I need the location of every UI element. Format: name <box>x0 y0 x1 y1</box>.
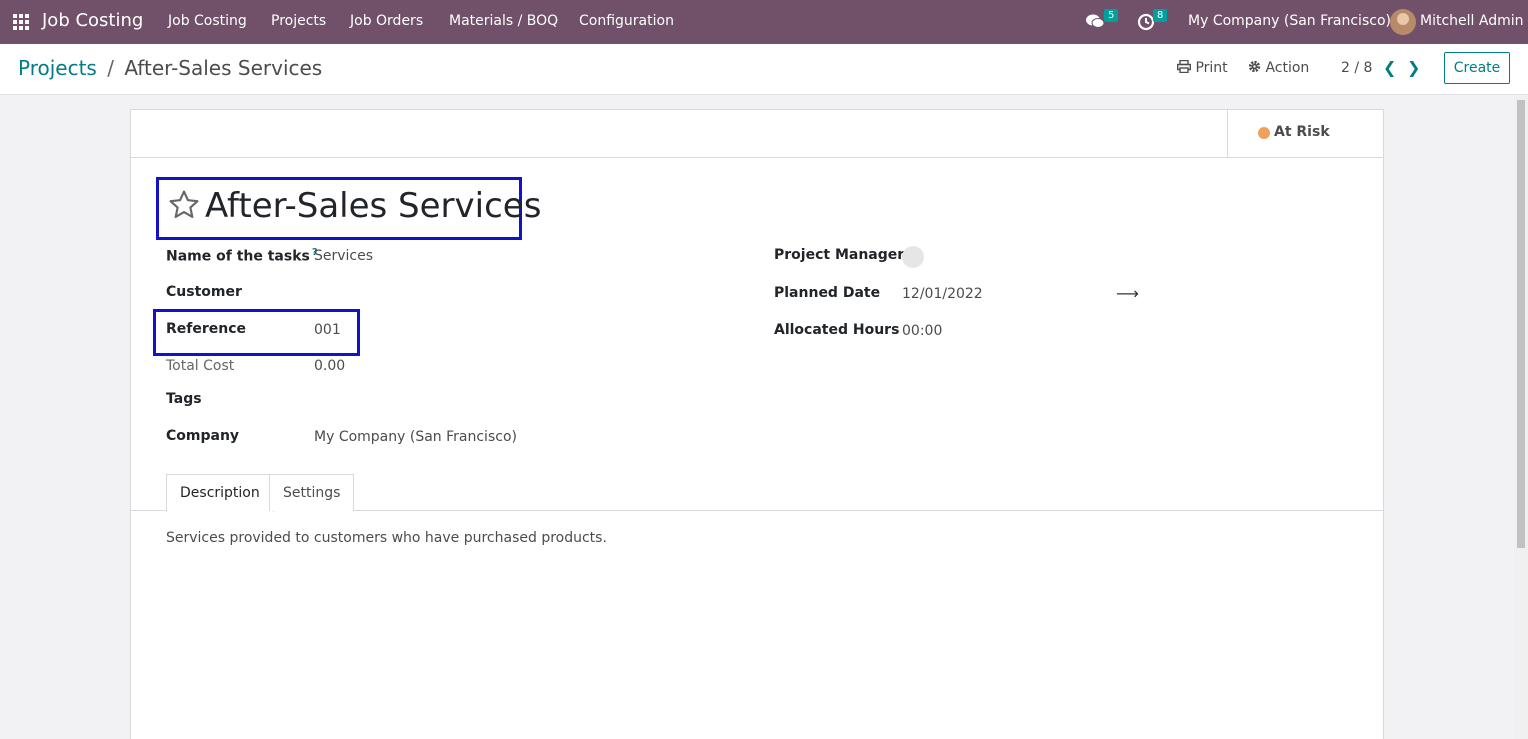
messages-badge: 5 <box>1104 9 1119 22</box>
company-label: Company <box>166 428 240 444</box>
activities-button[interactable]: 8 <box>1137 9 1168 35</box>
user-avatar[interactable] <box>1390 9 1416 35</box>
notebook-tabs: Description Settings <box>131 474 1383 512</box>
total-cost-value: 0.00 <box>314 358 346 374</box>
action-label: Action <box>1265 60 1310 76</box>
form-sheet: At Risk After-Sales Services Name of the… <box>130 109 1384 739</box>
title-highlight: After-Sales Services <box>156 177 541 240</box>
planned-date-label: Planned Date <box>774 285 881 301</box>
create-button[interactable]: Create <box>1444 52 1510 84</box>
reference-label: Reference <box>166 321 247 337</box>
record-title[interactable]: After-Sales Services <box>205 186 541 226</box>
allocated-hours-label: Allocated Hours <box>774 322 900 338</box>
pager-previous-icon[interactable]: ❮ <box>1383 58 1396 77</box>
menu-projects[interactable]: Projects <box>271 13 326 29</box>
description-text[interactable]: Services provided to customers who have … <box>166 530 607 546</box>
menu-materials-boq[interactable]: Materials / BOQ <box>449 13 558 29</box>
user-menu[interactable]: Mitchell Admin <box>1420 13 1524 29</box>
star-icon[interactable] <box>167 188 201 222</box>
menu-job-orders[interactable]: Job Orders <box>350 13 423 29</box>
printer-icon <box>1176 59 1192 74</box>
reference-value[interactable]: 001 <box>314 322 341 338</box>
status-label[interactable]: At Risk <box>1274 124 1330 140</box>
customer-field[interactable] <box>314 284 554 302</box>
breadcrumb-projects-link[interactable]: Projects <box>18 56 97 80</box>
menu-job-costing[interactable]: Job Costing <box>168 13 247 29</box>
status-bar: At Risk <box>131 110 1383 158</box>
page-scrollbar[interactable] <box>1514 96 1528 739</box>
company-value[interactable]: My Company (San Francisco) <box>314 429 517 445</box>
breadcrumb-separator: / <box>107 56 114 80</box>
apps-menu-icon[interactable] <box>13 14 29 30</box>
messages-button[interactable]: 5 <box>1085 9 1119 35</box>
action-button[interactable]: Action <box>1248 60 1309 76</box>
breadcrumb: Projects / After-Sales Services <box>18 56 322 80</box>
status-divider <box>1227 110 1228 157</box>
control-panel: Projects / After-Sales Services Print Ac… <box>0 44 1528 95</box>
scrollbar-thumb[interactable] <box>1517 100 1525 548</box>
gear-icon <box>1248 60 1261 73</box>
print-button[interactable]: Print <box>1176 59 1228 76</box>
name-of-tasks-label: Name of the tasks? <box>166 247 318 265</box>
chat-icon <box>1086 14 1105 28</box>
pager-value[interactable]: 2 / 8 <box>1341 60 1372 76</box>
tab-description[interactable]: Description <box>166 474 274 512</box>
planned-date-start[interactable]: 12/01/2022 <box>902 286 983 302</box>
tab-settings[interactable]: Settings <box>269 474 355 511</box>
status-color-dot[interactable] <box>1258 127 1270 139</box>
project-manager-label: Project Manager <box>774 247 905 263</box>
total-cost-label: Total Cost <box>166 358 235 374</box>
tags-label: Tags <box>166 391 202 407</box>
customer-label: Customer <box>166 284 242 300</box>
arrow-right-icon: ⟶ <box>1116 284 1139 303</box>
allocated-hours-value[interactable]: 00:00 <box>902 323 942 339</box>
name-of-tasks-value[interactable]: Services <box>314 248 373 264</box>
tags-field[interactable] <box>314 391 554 409</box>
activities-badge: 8 <box>1153 9 1168 22</box>
project-manager-avatar[interactable] <box>902 246 924 268</box>
app-name[interactable]: Job Costing <box>42 10 143 31</box>
breadcrumb-current: After-Sales Services <box>124 56 323 80</box>
print-label: Print <box>1195 60 1228 76</box>
company-switcher[interactable]: My Company (San Francisco) <box>1188 13 1391 29</box>
top-navbar: Job Costing Job Costing Projects Job Ord… <box>0 0 1528 44</box>
pager-next-icon[interactable]: ❯ <box>1407 58 1420 77</box>
menu-configuration[interactable]: Configuration <box>579 13 674 29</box>
